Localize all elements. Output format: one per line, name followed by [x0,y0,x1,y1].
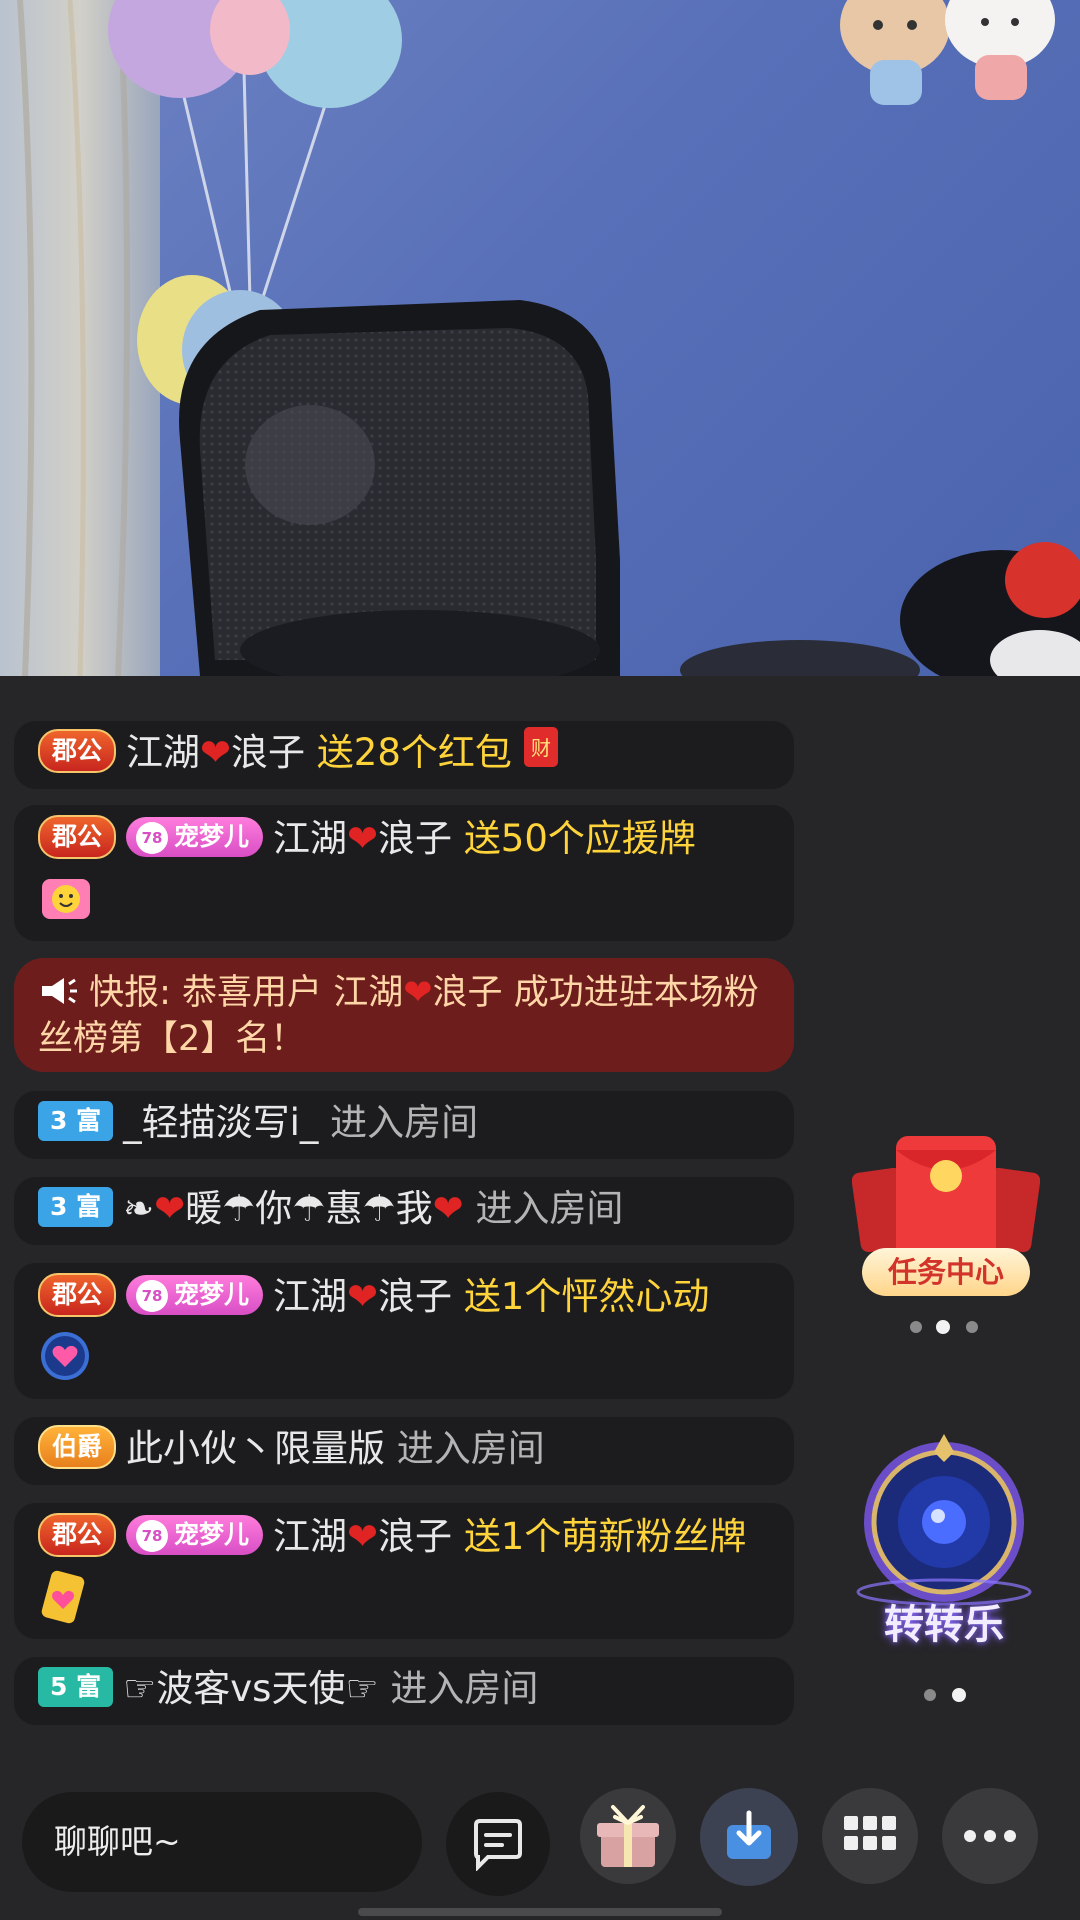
pet-name: 宠梦儿 [174,821,250,851]
chat-message[interactable]: 3 富 _轻描淡写i_ 进入房间 [14,1091,794,1159]
enter-room-text: 进入房间 [396,1427,545,1470]
username[interactable]: 此小伙丶限量版 [126,1427,385,1470]
enter-room-text: 进入房间 [390,1667,539,1710]
download-icon [727,1810,771,1859]
chat-message[interactable]: 3 富 ❧❤暖☂你☂惠☂我❤ 进入房间 [14,1177,794,1245]
enter-room-text: 进入房间 [475,1187,624,1230]
red-envelope-char: 财 [531,736,551,760]
username[interactable]: ☞波客vs天使☞ [123,1667,379,1710]
carousel-dot-active[interactable] [952,1688,966,1702]
rank-badge: 伯爵 [38,1424,117,1469]
red-envelope-icon: 财 [523,723,558,787]
pet-level: 78 [136,821,169,854]
grid-icon [844,1816,896,1850]
lucky-wheel-button[interactable]: 转转乐 [848,1432,1040,1652]
heart-icon: ❤ [347,1275,379,1318]
wealth-badge: 5 富 [38,1666,114,1707]
fan-badge-icon [38,1569,88,1639]
username[interactable]: 江湖❤浪子 [273,1275,452,1318]
gift-box-icon [597,1805,659,1867]
pet-badge: 78 宠梦儿 [126,1514,264,1555]
alert-username[interactable]: 江湖❤浪子 [333,973,502,1013]
fan-rank-alert: 快报: 恭喜用户 江湖❤浪子 成功进驻本场粉丝榜第【2】名！ [14,958,794,1072]
pet-level: 78 [136,1519,169,1552]
heart-icon: ❤ [403,973,433,1013]
pet-badge: 78 宠梦儿 [126,816,264,857]
heart-bubble-icon [38,1329,92,1399]
wheel-label: 转转乐 [884,1602,1004,1648]
pet-name: 宠梦儿 [174,1519,250,1549]
chat-message[interactable]: 郡公 江湖❤浪子 送28个红包 财 [14,721,794,789]
wealth-badge: 3 富 [38,1100,114,1141]
username[interactable]: ❧❤暖☂你☂惠☂我❤ [123,1187,464,1230]
chat-input[interactable]: 聊聊吧~ [22,1792,422,1892]
alert-prefix: 快报: 恭喜用户 [89,973,323,1013]
pet-level: 78 [136,1279,169,1312]
heart-icon: ❤ [200,731,232,774]
rank-badge: 郡公 [38,814,117,859]
username[interactable]: 江湖❤浪子 [273,817,452,860]
username[interactable]: _轻描淡写i_ [123,1101,318,1144]
download-button[interactable] [700,1788,798,1886]
gift-text: 送1个萌新粉丝牌 [463,1515,747,1558]
username[interactable]: 江湖❤浪子 [273,1515,452,1558]
chat-message[interactable]: 郡公 78 宠梦儿 江湖❤浪子 送1个萌新粉丝牌 [14,1503,794,1639]
rank-badge: 郡公 [38,1272,117,1317]
live-video-scene [0,0,1080,676]
heart-icon: ❤ [432,1187,464,1230]
carousel-dot-active[interactable] [936,1320,950,1334]
ellipsis-icon [964,1830,1016,1842]
pet-badge: 78 宠梦儿 [126,1274,264,1315]
more-options-button[interactable] [942,1788,1038,1884]
heart-icon: ❤ [347,1515,379,1558]
rank-badge: 郡公 [38,1512,117,1557]
home-indicator[interactable] [358,1908,722,1916]
rank-badge: 郡公 [38,728,117,773]
chat-message[interactable]: 郡公 78 宠梦儿 江湖❤浪子 送1个怦然心动 [14,1263,794,1399]
chat-message[interactable]: 郡公 78 宠梦儿 江湖❤浪子 送50个应援牌 [14,805,794,941]
carousel-dot[interactable] [924,1689,936,1701]
carousel-dot[interactable] [966,1321,978,1333]
heart-icon: ❤ [154,1187,186,1230]
gift-text: 送1个怦然心动 [463,1275,710,1318]
task-center-button[interactable]: 任务中心 [851,1130,1041,1310]
task-center-label: 任务中心 [862,1248,1030,1296]
chat-message[interactable]: 5 富 ☞波客vs天使☞ 进入房间 [14,1657,794,1725]
wealth-badge: 3 富 [38,1186,114,1227]
more-features-button[interactable] [822,1788,918,1884]
heart-icon: ❤ [347,817,379,860]
message-icon [474,1819,522,1871]
chat-message[interactable]: 伯爵 此小伙丶限量版 进入房间 [14,1417,794,1485]
cheer-sign-icon [38,871,94,941]
pet-name: 宠梦儿 [174,1279,250,1309]
carousel-dot[interactable] [910,1321,922,1333]
live-video[interactable] [0,0,1080,676]
gift-button[interactable] [580,1788,676,1884]
megaphone-icon [38,973,89,1013]
gift-text: 送28个红包 [316,731,512,774]
gift-text: 送50个应援牌 [463,817,696,860]
username[interactable]: 江湖❤浪子 [126,731,305,774]
danmaku-button[interactable] [446,1792,550,1896]
enter-room-text: 进入房间 [330,1101,479,1144]
